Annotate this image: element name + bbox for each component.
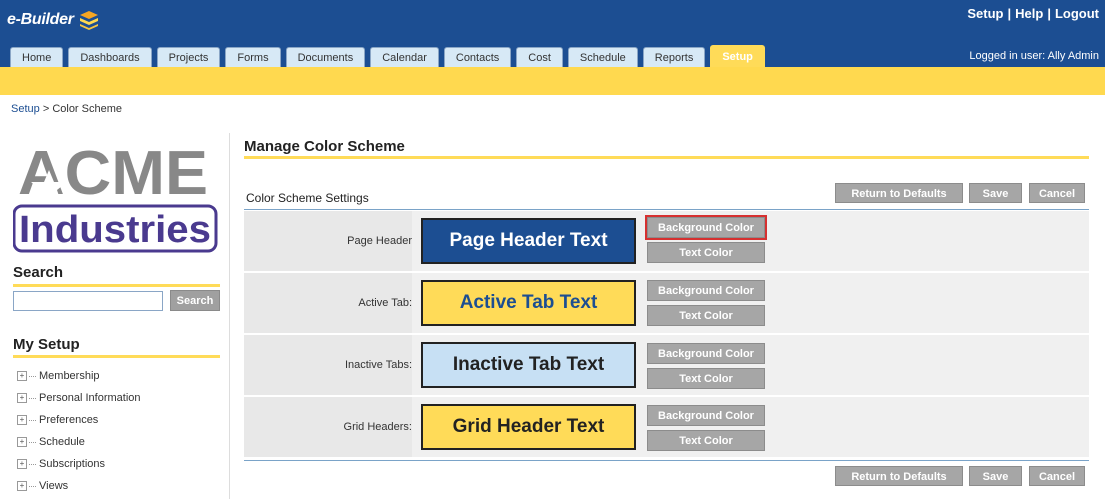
my-setup-title: My Setup xyxy=(13,336,80,353)
page-header-background-color-button[interactable]: Background Color xyxy=(645,215,767,240)
link-separator: | xyxy=(1047,6,1051,21)
tab-setup[interactable]: Setup xyxy=(710,45,765,67)
color-row-inactive-tabs: Inactive Tabs: Inactive Tab Text Backgro… xyxy=(244,335,1089,395)
app-header: e-Builder Setup | Help | Logout Logged in us… xyxy=(0,0,1105,67)
sub-nav-bar xyxy=(0,67,1105,95)
tab-schedule[interactable]: Schedule xyxy=(567,47,638,67)
help-link[interactable]: Help xyxy=(1015,6,1043,21)
top-links: Setup | Help | Logout xyxy=(967,6,1099,21)
my-setup-divider xyxy=(13,355,220,358)
grid-headers-background-color-button[interactable]: Background Color xyxy=(647,405,765,426)
tree-item-label: Preferences xyxy=(39,414,99,426)
expand-icon[interactable]: + xyxy=(17,393,27,403)
inactive-tabs-background-color-button[interactable]: Background Color xyxy=(647,343,765,364)
company-logo-line2: Industries xyxy=(19,209,211,251)
tree-item-subscriptions[interactable]: + Subscriptions xyxy=(17,453,141,475)
tab-home[interactable]: Home xyxy=(10,47,64,67)
table-bottom-border xyxy=(244,460,1089,461)
row-label: Grid Headers: xyxy=(244,397,412,457)
main-tabs: Home Dashboards Projects Forms Documents… xyxy=(10,45,770,67)
tree-item-label: Personal Information xyxy=(39,392,141,404)
search-title: Search xyxy=(13,264,64,281)
tree-item-membership[interactable]: + Membership xyxy=(17,365,141,387)
cancel-button-bottom[interactable]: Cancel xyxy=(1029,466,1085,486)
tree-item-schedule[interactable]: + Schedule xyxy=(17,431,141,453)
tree-item-preferences[interactable]: + Preferences xyxy=(17,409,141,431)
color-row-grid-headers: Grid Headers: Grid Header Text Backgroun… xyxy=(244,397,1089,457)
cancel-button[interactable]: Cancel xyxy=(1029,183,1085,203)
expand-icon[interactable]: + xyxy=(17,481,27,491)
logout-link[interactable]: Logout xyxy=(1055,6,1099,21)
breadcrumb-current: Color Scheme xyxy=(52,103,123,115)
page-title: Manage Color Scheme xyxy=(244,138,405,155)
my-setup-tree: + Membership + Personal Information + Prefe… xyxy=(17,365,141,497)
app-logo[interactable]: e-Builder xyxy=(7,6,100,34)
search-divider xyxy=(13,284,220,287)
save-button-bottom[interactable]: Save xyxy=(969,466,1022,486)
tab-documents[interactable]: Documents xyxy=(285,47,366,67)
logo-text: e-Builder xyxy=(7,11,74,28)
tab-calendar[interactable]: Calendar xyxy=(370,47,439,67)
active-tab-background-color-button[interactable]: Background Color xyxy=(647,280,765,301)
table-top-border xyxy=(244,209,1089,210)
grid-header-sample: Grid Header Text xyxy=(421,404,636,450)
save-button[interactable]: Save xyxy=(969,183,1022,203)
breadcrumb-setup-link[interactable]: Setup xyxy=(11,103,40,115)
panel-divider xyxy=(229,133,230,499)
tree-item-label: Membership xyxy=(39,370,100,382)
tab-projects[interactable]: Projects xyxy=(156,47,221,67)
row-label: Page Header xyxy=(244,211,412,271)
link-separator: | xyxy=(1007,6,1012,21)
tree-item-views[interactable]: + Views xyxy=(17,475,141,497)
active-tab-sample: Active Tab Text xyxy=(421,280,636,326)
company-logo: ACME Industries xyxy=(13,139,218,253)
tab-contacts[interactable]: Contacts xyxy=(443,47,512,67)
color-row-active-tab: Active Tab: Active Tab Text Background C… xyxy=(244,273,1089,333)
inactive-tab-sample: Inactive Tab Text xyxy=(421,342,636,388)
row-label: Inactive Tabs: xyxy=(244,335,412,395)
company-logo-line1: ACME xyxy=(18,139,208,208)
breadcrumb-separator: > xyxy=(42,103,50,115)
settings-section-label: Color Scheme Settings xyxy=(246,191,369,205)
setup-link[interactable]: Setup xyxy=(967,6,1003,21)
color-row-page-header: Page Header Page Header Text Background … xyxy=(244,211,1089,271)
inactive-tabs-text-color-button[interactable]: Text Color xyxy=(647,368,765,389)
tab-forms[interactable]: Forms xyxy=(225,47,281,67)
expand-icon[interactable]: + xyxy=(17,459,27,469)
cube-logo-icon xyxy=(79,11,98,30)
tree-item-label: Schedule xyxy=(39,436,85,448)
search-button[interactable]: Search xyxy=(170,290,220,311)
logged-in-user: Logged in user: Ally Admin xyxy=(969,50,1099,62)
expand-icon[interactable]: + xyxy=(17,371,27,381)
search-input[interactable] xyxy=(13,291,163,311)
return-to-defaults-button-bottom[interactable]: Return to Defaults xyxy=(835,466,963,486)
active-tab-text-color-button[interactable]: Text Color xyxy=(647,305,765,326)
breadcrumb: Setup > Color Scheme xyxy=(11,103,122,115)
grid-headers-text-color-button[interactable]: Text Color xyxy=(647,430,765,451)
tree-item-label: Views xyxy=(39,480,69,492)
page-header-sample: Page Header Text xyxy=(421,218,636,264)
tab-reports[interactable]: Reports xyxy=(642,47,706,67)
tree-item-label: Subscriptions xyxy=(39,458,106,470)
tab-cost[interactable]: Cost xyxy=(516,47,563,67)
tab-dashboards[interactable]: Dashboards xyxy=(68,47,152,67)
page-header-text-color-button[interactable]: Text Color xyxy=(647,242,765,263)
tree-item-personal-information[interactable]: + Personal Information xyxy=(17,387,141,409)
row-label: Active Tab: xyxy=(244,273,412,333)
return-to-defaults-button[interactable]: Return to Defaults xyxy=(835,183,963,203)
expand-icon[interactable]: + xyxy=(17,415,27,425)
page-title-divider xyxy=(244,156,1089,159)
expand-icon[interactable]: + xyxy=(17,437,27,447)
